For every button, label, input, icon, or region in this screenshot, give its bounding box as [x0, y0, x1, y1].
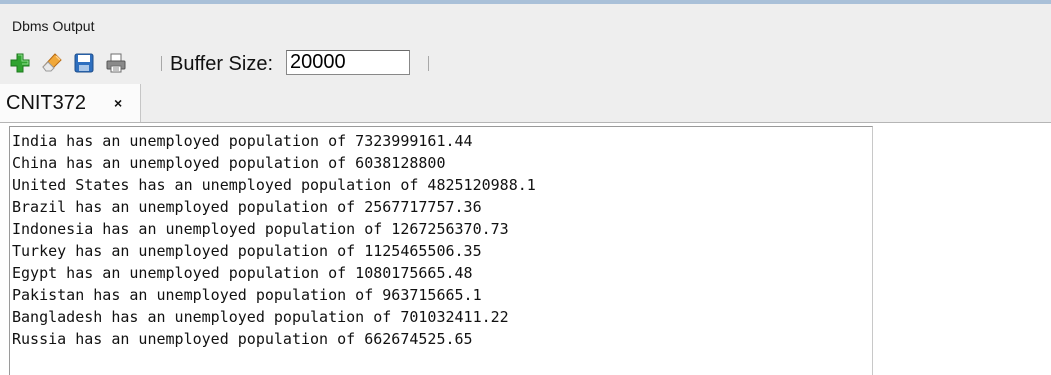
- eraser-icon: [42, 53, 62, 72]
- output-line: Indonesia has an unemployed population o…: [12, 220, 509, 238]
- output-line: United States has an unemployed populati…: [12, 176, 536, 194]
- close-tab-icon[interactable]: ×: [114, 93, 122, 113]
- tab-label: CNIT372: [6, 92, 87, 114]
- dbms-output-text-area[interactable]: India has an unemployed population of 73…: [9, 126, 873, 375]
- tab-strip: CNIT372 ×: [0, 84, 1051, 123]
- output-line: Bangladesh has an unemployed population …: [12, 308, 509, 326]
- clear-output-button[interactable]: [40, 51, 64, 75]
- toolbar-separator: [428, 56, 429, 71]
- tab-cnit372[interactable]: CNIT372 ×: [0, 84, 141, 122]
- output-line: Turkey has an unemployed population of 1…: [12, 242, 482, 260]
- panel-title: Dbms Output: [12, 18, 95, 34]
- buffer-size-input[interactable]: [286, 50, 410, 75]
- plus-icon: [10, 53, 30, 73]
- save-icon: [74, 53, 94, 73]
- buffer-size-label: Buffer Size:: [170, 53, 274, 75]
- enable-output-button[interactable]: [8, 51, 32, 75]
- output-line: Pakistan has an unemployed population of…: [12, 286, 482, 304]
- print-output-button[interactable]: [104, 51, 128, 75]
- output-line: Russia has an unemployed population of 6…: [12, 330, 473, 348]
- output-line: Brazil has an unemployed population of 2…: [12, 198, 482, 216]
- output-line: China has an unemployed population of 60…: [12, 154, 446, 172]
- toolbar: Buffer Size:: [0, 48, 1051, 80]
- print-icon: [106, 53, 126, 73]
- output-line: India has an unemployed population of 73…: [12, 132, 473, 150]
- toolbar-separator: [161, 56, 162, 71]
- save-output-button[interactable]: [72, 51, 96, 75]
- output-line: Egypt has an unemployed population of 10…: [12, 264, 473, 282]
